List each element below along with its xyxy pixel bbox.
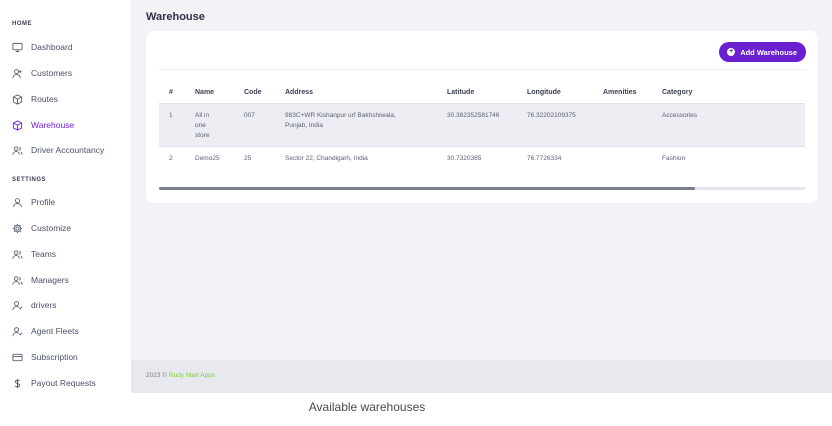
sidebar-item-label: Payout Requests bbox=[31, 378, 96, 388]
sidebar-item-label: Subscription bbox=[31, 352, 78, 362]
cell-address: 983C+WR Kishanpur urf Bakhshiwala, Punja… bbox=[275, 103, 437, 147]
user-plus-icon bbox=[12, 68, 23, 79]
column-header-number: # bbox=[159, 83, 185, 104]
cell-amenities bbox=[593, 103, 652, 147]
user-check-icon bbox=[12, 300, 23, 311]
sidebar-section-settings: SETTINGS bbox=[12, 177, 47, 183]
sidebar-item-drivers[interactable]: drivers bbox=[12, 297, 127, 313]
sidebar-item-profile[interactable]: Profile bbox=[12, 194, 127, 210]
sidebar-item-label: drivers bbox=[31, 300, 57, 310]
sidebar-item-dashboard[interactable]: Dashboard bbox=[12, 39, 127, 55]
sidebar-item-label: Agent Fleets bbox=[31, 326, 79, 336]
cell-category: Accessories bbox=[652, 103, 805, 147]
box-icon bbox=[12, 93, 23, 105]
cell-number: 2 bbox=[169, 154, 173, 162]
column-header-amenities: Amenities bbox=[593, 83, 652, 104]
sidebar-item-subscription[interactable]: Subscription bbox=[12, 349, 127, 365]
cell-code: 25 bbox=[244, 154, 252, 162]
sidebar-item-managers[interactable]: Managers bbox=[12, 272, 127, 288]
column-header-address: Address bbox=[275, 83, 437, 104]
column-header-name: Name bbox=[185, 83, 234, 104]
sidebar-item-label: Profile bbox=[31, 197, 56, 207]
sidebar-section-home: HOME bbox=[12, 21, 32, 27]
footer: 2023 © Rudy Mart Apps bbox=[131, 360, 832, 393]
dollar-icon bbox=[12, 378, 23, 389]
warehouse-card: + Add Warehouse # Name Code Address Lati… bbox=[146, 31, 818, 203]
sidebar-item-label: Teams bbox=[31, 249, 57, 259]
gear-icon bbox=[12, 223, 23, 234]
cell-name: All in one store bbox=[185, 103, 234, 147]
page-title: Warehouse bbox=[146, 11, 205, 23]
user-check-icon bbox=[12, 326, 23, 337]
users-icon bbox=[12, 249, 23, 260]
footer-text: 2023 © Rudy Mart Apps bbox=[146, 372, 215, 379]
user-icon bbox=[12, 197, 23, 208]
credit-card-icon bbox=[12, 352, 23, 363]
footer-link[interactable]: Rudy Mart Apps bbox=[169, 372, 215, 379]
cell-code: 007 bbox=[234, 103, 275, 147]
add-warehouse-label: Add Warehouse bbox=[740, 47, 797, 57]
cell-longitude: 76.7726334 bbox=[527, 154, 562, 162]
monitor-icon bbox=[12, 42, 23, 53]
cell-category: Fashion bbox=[662, 154, 686, 162]
horizontal-scrollbar[interactable] bbox=[159, 187, 805, 190]
cell-number: 1 bbox=[159, 103, 185, 147]
main-content: Warehouse + Add Warehouse # Name Code Ad… bbox=[131, 0, 832, 393]
sidebar-item-warehouse[interactable]: Warehouse bbox=[12, 117, 127, 133]
add-warehouse-button[interactable]: + Add Warehouse bbox=[719, 42, 806, 62]
sidebar-item-label: Dashboard bbox=[31, 42, 73, 52]
sidebar-item-label: Driver Accountancy bbox=[31, 145, 105, 155]
sidebar-item-agent-fleets[interactable]: Agent Fleets bbox=[12, 323, 127, 339]
column-header-latitude: Latitude bbox=[437, 83, 517, 104]
sidebar: HOME Dashboard Customers Routes Warehous… bbox=[0, 0, 131, 393]
sidebar-item-label: Managers bbox=[31, 275, 69, 285]
cell-name: Demo25 bbox=[195, 154, 220, 162]
sidebar-item-label: Warehouse bbox=[31, 120, 75, 130]
users-icon bbox=[12, 275, 23, 286]
sidebar-item-customers[interactable]: Customers bbox=[12, 65, 127, 81]
column-header-category: Category bbox=[652, 83, 805, 104]
sidebar-item-label: Routes bbox=[31, 94, 58, 104]
table-header-row: # Name Code Address Latitude Longitude A… bbox=[159, 83, 805, 104]
users-icon bbox=[12, 145, 23, 156]
box-icon bbox=[12, 119, 23, 131]
cell-longitude: 76.32202109375 bbox=[517, 103, 593, 147]
app-window: HOME Dashboard Customers Routes Warehous… bbox=[0, 0, 832, 393]
sidebar-item-customize[interactable]: Customize bbox=[12, 220, 127, 236]
image-caption: Available warehouses bbox=[308, 400, 426, 414]
scrollbar-thumb[interactable] bbox=[159, 187, 696, 190]
sidebar-item-payout-requests[interactable]: Payout Requests bbox=[12, 375, 127, 391]
sidebar-item-label: Customers bbox=[31, 68, 73, 78]
cell-latitude: 30.382352581746 bbox=[437, 103, 517, 147]
cell-address: Sector 22, Chandigarh, India bbox=[285, 154, 368, 162]
sidebar-item-teams[interactable]: Teams bbox=[12, 246, 127, 262]
warehouse-table: # Name Code Address Latitude Longitude A… bbox=[159, 83, 805, 170]
column-header-longitude: Longitude bbox=[517, 83, 593, 104]
cell-amenities bbox=[593, 146, 652, 170]
divider bbox=[159, 69, 805, 70]
sidebar-item-routes[interactable]: Routes bbox=[12, 91, 127, 107]
table-row[interactable]: 2 Demo25 25 Sector 22, Chandigarh, India… bbox=[159, 146, 805, 170]
table-row[interactable]: 1 All in one store 007 983C+WR Kishanpur… bbox=[159, 103, 805, 147]
column-header-code: Code bbox=[234, 83, 275, 104]
plus-circle-icon: + bbox=[727, 48, 736, 56]
cell-latitude: 30.7320385 bbox=[447, 154, 482, 162]
sidebar-item-driver-accountancy[interactable]: Driver Accountancy bbox=[12, 142, 127, 158]
copyright-text: 2023 © bbox=[146, 372, 169, 379]
sidebar-item-label: Customize bbox=[31, 223, 72, 233]
